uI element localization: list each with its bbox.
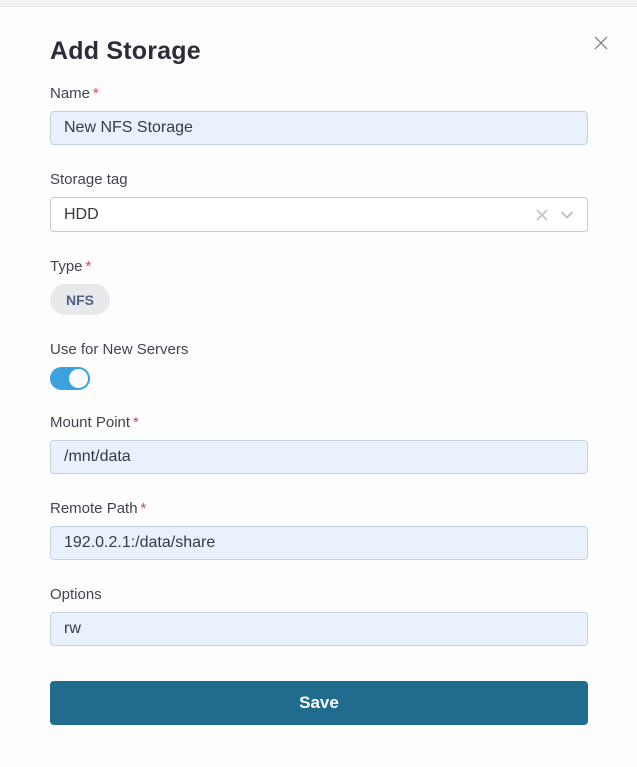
select-icons	[534, 207, 575, 223]
use-for-new-servers-label: Use for New Servers	[50, 341, 189, 358]
use-for-new-servers-toggle[interactable]	[50, 367, 90, 390]
page-title: Add Storage	[50, 37, 201, 65]
mount-point-input[interactable]	[50, 440, 588, 474]
type-label: Type *	[50, 258, 92, 275]
name-input[interactable]	[50, 111, 588, 145]
storage-tag-select[interactable]: HDD	[50, 197, 588, 232]
remote-path-input[interactable]	[50, 526, 588, 560]
field-name: Name *	[50, 85, 588, 145]
save-button[interactable]: Save	[50, 681, 588, 725]
chevron-down-icon[interactable]	[559, 207, 575, 223]
mount-point-label: Mount Point *	[50, 414, 139, 431]
storage-tag-label: Storage tag	[50, 171, 128, 188]
field-type: Type * NFS	[50, 258, 588, 315]
chevron-down-icon-glyph	[561, 211, 573, 218]
close-icon[interactable]	[591, 33, 611, 53]
page-background-strip	[0, 0, 637, 7]
add-storage-modal: Add Storage Name* Storage tag HDD	[0, 7, 637, 766]
close-icon-glyph	[594, 36, 608, 50]
required-asterisk: *	[85, 258, 92, 275]
clear-icon-glyph	[536, 208, 548, 221]
name-label: Name *	[50, 85, 99, 102]
type-pill-nfs[interactable]: NFS	[50, 284, 110, 315]
storage-tag-selected-value: HDD	[64, 205, 99, 223]
remote-path-label: Remote Path *	[50, 500, 147, 517]
clear-icon[interactable]	[534, 207, 550, 223]
required-asterisk: *	[140, 500, 147, 517]
options-input[interactable]	[50, 612, 588, 646]
required-asterisk: *	[93, 85, 99, 102]
options-label: Options	[50, 586, 102, 603]
field-use-for-new-servers: Use for New Servers	[50, 341, 588, 390]
field-remote-path: Remote Path *	[50, 500, 588, 560]
field-storage-tag: Storage tag HDD	[50, 171, 588, 232]
field-mount-point: Mount Point *	[50, 414, 588, 474]
required-asterisk: *	[133, 414, 139, 431]
toggle-knob	[69, 369, 88, 388]
field-options: Options	[50, 586, 588, 646]
